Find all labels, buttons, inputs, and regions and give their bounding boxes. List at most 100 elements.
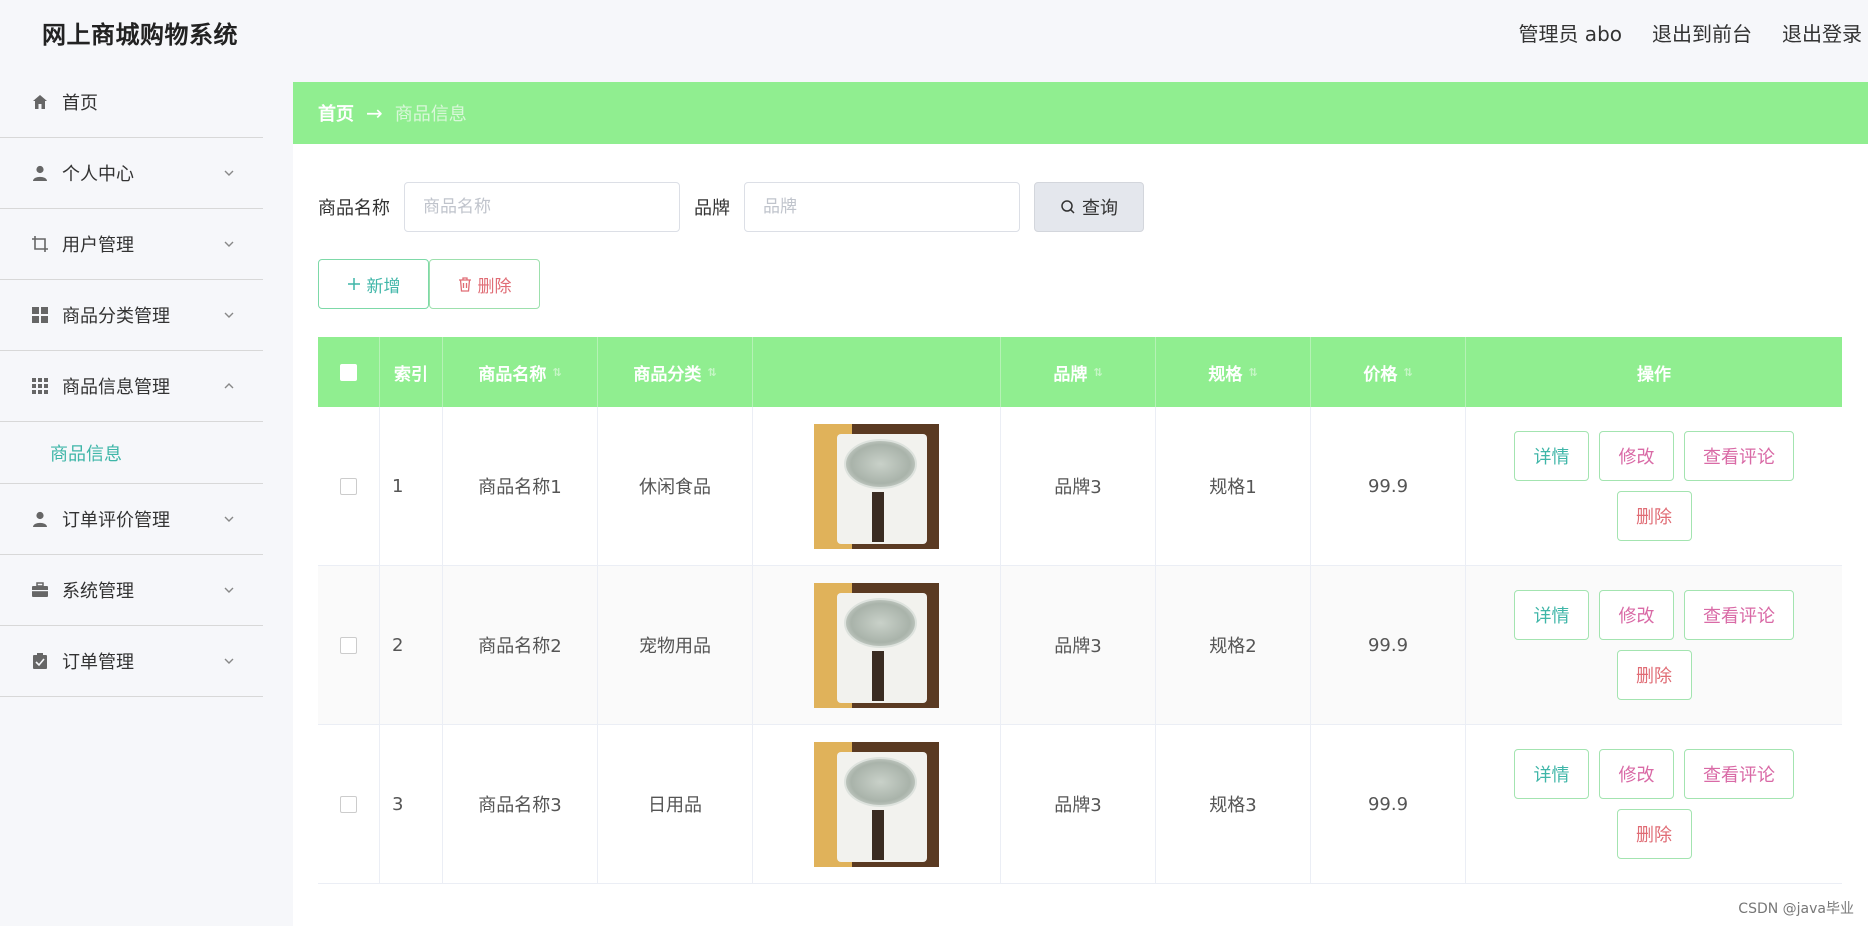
edit-button[interactable]: 修改 [1599, 749, 1674, 799]
top-header: 网上商城购物系统 管理员 abo 退出到前台 退出登录 [0, 0, 1868, 66]
view-comments-button[interactable]: 查看评论 [1684, 590, 1794, 640]
column-header-name[interactable]: 商品名称 ⇅ [443, 337, 598, 407]
column-header-spec[interactable]: 规格 ⇅ [1156, 337, 1311, 407]
brand-cell: 品牌3 [1001, 407, 1156, 565]
sidebar-item-label: 订单评价管理 [62, 510, 170, 531]
edit-button[interactable]: 修改 [1599, 431, 1674, 481]
search-bar: 商品名称 品牌 查询 [318, 182, 1144, 232]
table-row: 2 商品名称2 宠物用品 品牌3 规格2 99.9 详情 修改 查看评论 删除 [318, 566, 1842, 725]
sidebar-item-category-management[interactable]: 商品分类管理 [0, 280, 263, 351]
add-button[interactable]: 新增 [318, 259, 429, 309]
action-bar: 新增 删除 [318, 259, 540, 309]
name-cell: 商品名称2 [443, 566, 598, 724]
delete-button[interactable]: 删除 [1616, 491, 1692, 541]
sidebar-item-label: 商品信息管理 [62, 377, 170, 398]
chevron-down-icon [224, 312, 234, 318]
detail-button[interactable]: 详情 [1514, 431, 1589, 481]
admin-user-label[interactable]: 管理员 abo [1518, 18, 1622, 47]
chevron-down-icon [224, 170, 234, 176]
category-cell: 日用品 [598, 725, 753, 883]
column-header-image [753, 337, 1001, 407]
product-name-label: 商品名称 [318, 198, 390, 219]
sort-icon: ⇅ [552, 365, 562, 379]
sidebar-subitem-product-info[interactable]: 商品信息 [0, 422, 263, 484]
price-cell: 99.9 [1311, 407, 1466, 565]
sidebar-item-user-management[interactable]: 用户管理 [0, 209, 263, 280]
sidebar-item-home[interactable]: 首页 [0, 66, 263, 138]
image-cell [753, 566, 1001, 724]
spec-cell: 规格3 [1156, 725, 1311, 883]
actions-cell: 详情 修改 查看评论 删除 [1466, 407, 1842, 565]
brand-cell: 品牌3 [1001, 725, 1156, 883]
sort-icon: ⇅ [1093, 365, 1103, 379]
category-cell: 宠物用品 [598, 566, 753, 724]
column-header-category[interactable]: 商品分类 ⇅ [598, 337, 753, 407]
sidebar-item-label: 商品分类管理 [62, 306, 170, 327]
sidebar-item-label: 首页 [62, 92, 98, 114]
batch-delete-button[interactable]: 删除 [429, 259, 540, 309]
user-icon [30, 163, 50, 183]
chevron-down-icon [224, 658, 234, 664]
logout-link[interactable]: 退出登录 [1782, 18, 1862, 47]
row-checkbox[interactable] [340, 795, 357, 813]
sidebar-item-system-management[interactable]: 系统管理 [0, 555, 263, 626]
brand-label: 品牌 [694, 198, 730, 219]
watermark: CSDN @java毕业 [1738, 901, 1854, 917]
query-button-label: 查询 [1082, 198, 1118, 219]
breadcrumb: 首页 → 商品信息 [293, 82, 1868, 144]
index-cell: 2 [380, 566, 443, 724]
view-comments-button[interactable]: 查看评论 [1684, 749, 1794, 799]
column-header-index: 索引 [380, 337, 443, 407]
user-icon [30, 509, 50, 529]
select-all-cell [318, 337, 380, 407]
image-cell [753, 725, 1001, 883]
exit-to-front-link[interactable]: 退出到前台 [1652, 18, 1752, 47]
briefcase-icon [30, 580, 50, 600]
actions-cell: 详情 修改 查看评论 删除 [1466, 725, 1842, 883]
delete-button[interactable]: 删除 [1616, 650, 1692, 700]
price-cell: 99.9 [1311, 725, 1466, 883]
query-button[interactable]: 查询 [1034, 182, 1144, 232]
name-cell: 商品名称1 [443, 407, 598, 565]
clipboard-icon [30, 651, 50, 671]
product-image [814, 582, 939, 708]
name-cell: 商品名称3 [443, 725, 598, 883]
view-comments-button[interactable]: 查看评论 [1684, 431, 1794, 481]
sidebar-item-order-management[interactable]: 订单管理 [0, 626, 263, 697]
column-header-brand[interactable]: 品牌 ⇅ [1001, 337, 1156, 407]
breadcrumb-arrow-icon: → [366, 101, 383, 125]
row-checkbox[interactable] [340, 636, 357, 654]
column-header-price[interactable]: 价格 ⇅ [1311, 337, 1466, 407]
grid-icon [30, 305, 50, 325]
sort-icon: ⇅ [707, 365, 717, 379]
select-all-checkbox[interactable] [340, 363, 357, 381]
index-cell: 3 [380, 725, 443, 883]
delete-button[interactable]: 删除 [1616, 809, 1692, 859]
row-checkbox[interactable] [340, 477, 357, 495]
sidebar-item-personal-center[interactable]: 个人中心 [0, 138, 263, 209]
image-cell [753, 407, 1001, 565]
breadcrumb-home[interactable]: 首页 [318, 100, 354, 126]
detail-button[interactable]: 详情 [1514, 590, 1589, 640]
row-select-cell [318, 407, 380, 565]
price-cell: 99.9 [1311, 566, 1466, 724]
sidebar-item-order-review-management[interactable]: 订单评价管理 [0, 484, 263, 555]
sidebar-item-label: 订单管理 [62, 652, 134, 673]
chevron-up-icon [224, 383, 234, 389]
category-cell: 休闲食品 [598, 407, 753, 565]
table-row: 1 商品名称1 休闲食品 品牌3 规格1 99.9 详情 修改 查看评论 删除 [318, 407, 1842, 566]
product-name-input[interactable] [404, 182, 680, 232]
trash-icon [458, 276, 471, 292]
spec-cell: 规格1 [1156, 407, 1311, 565]
sidebar-item-label: 个人中心 [62, 164, 134, 185]
table-header: 索引 商品名称 ⇅ 商品分类 ⇅ 品牌 ⇅ 规格 ⇅ 价格 ⇅ 操作 [318, 337, 1842, 407]
batch-delete-button-label: 删除 [477, 276, 512, 297]
actions-cell: 详情 修改 查看评论 删除 [1466, 566, 1842, 724]
brand-input[interactable] [744, 182, 1020, 232]
home-icon [30, 92, 50, 112]
edit-button[interactable]: 修改 [1599, 590, 1674, 640]
row-select-cell [318, 725, 380, 883]
sidebar-item-product-management[interactable]: 商品信息管理 [0, 351, 263, 422]
detail-button[interactable]: 详情 [1514, 749, 1589, 799]
row-select-cell [318, 566, 380, 724]
